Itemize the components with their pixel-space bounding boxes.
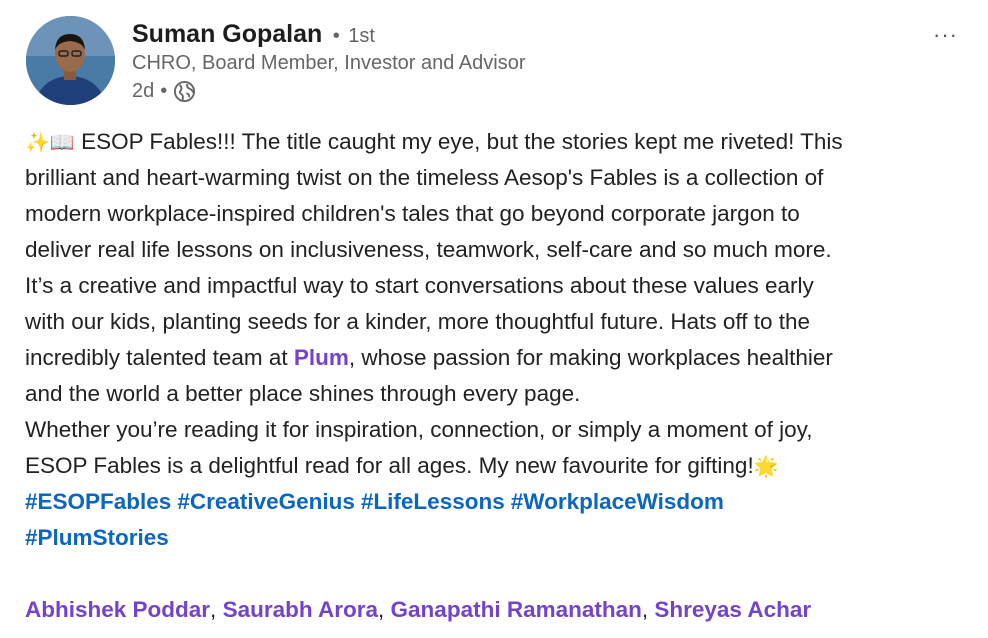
mention-comma: , [210, 597, 223, 622]
hashtag-line: #PlumStories [25, 520, 975, 556]
author-headline: CHRO, Board Member, Investor and Advisor [132, 52, 526, 74]
sparkles-emoji: ✨ [25, 132, 50, 154]
author-avatar[interactable] [26, 16, 115, 105]
mention-person[interactable]: Abhishek Poddar [25, 597, 210, 622]
connection-degree: 1st [348, 25, 375, 47]
meta-dot: • [160, 80, 168, 102]
hashtag-line: #ESOPFables #CreativeGenius #LifeLessons #W… [25, 484, 975, 520]
post-line: It’s a creative and impactful way to sta… [25, 273, 814, 298]
globe-icon [173, 80, 196, 103]
mention-person[interactable]: Ganapathi Ramanathan [391, 597, 642, 622]
hashtag-link[interactable]: #LifeLessons [361, 489, 505, 514]
post-text: , whose passion for making workplaces he… [348, 345, 833, 370]
mentions-line: Abhishek Poddar, Saurabh Arora, Ganapath… [25, 592, 975, 628]
post-line: modern workplace-inspired children's tal… [25, 201, 800, 226]
post-line: incredibly talented team at Plum, whose … [25, 340, 975, 376]
post-line: brilliant and heart-warming twist on the… [25, 165, 824, 190]
post-line: and the world a better place shines thro… [25, 381, 581, 406]
post-text: incredibly talented team at [25, 345, 294, 370]
post-line: deliver real life lessons on inclusivene… [25, 237, 832, 262]
post-line: with our kids, planting seeds for a kind… [25, 309, 811, 334]
post-line: ESOP Fables is a delightful read for all… [25, 448, 975, 484]
author-name[interactable]: Suman Gopalan [132, 20, 322, 48]
hashtag-link[interactable]: #CreativeGenius [177, 489, 355, 514]
hashtag-link[interactable]: #PlumStories [25, 525, 169, 550]
post-text: ESOP Fables!!! The title caught my eye, … [74, 129, 843, 154]
more-options-icon[interactable]: ··· [933, 22, 958, 48]
post-header: Suman Gopalan • 1st CHRO, Board Member, … [26, 16, 966, 108]
degree-separator: • [332, 25, 340, 47]
mention-comma: , [378, 597, 391, 622]
hashtag-link[interactable]: #WorkplaceWisdom [511, 489, 724, 514]
mention-person[interactable]: Saurabh Arora [223, 597, 378, 622]
mention-comma: , [641, 597, 655, 622]
post-meta: 2d • [132, 80, 196, 103]
post-body: ✨📖 ESOP Fables!!! The title caught my ey… [25, 124, 975, 628]
post-time[interactable]: 2d [132, 80, 154, 103]
post-line: ✨📖 ESOP Fables!!! The title caught my ey… [25, 124, 975, 160]
mention-plum[interactable]: Plum [294, 345, 349, 370]
book-emoji: 📖 [49, 132, 75, 154]
star-emoji: 🌟 [753, 456, 779, 478]
mention-person[interactable]: Shreyas Achar [654, 597, 811, 622]
avatar-photo [26, 16, 115, 105]
post-text: ESOP Fables is a delightful read for all… [25, 453, 754, 478]
author-name-line: Suman Gopalan • 1st [132, 20, 375, 49]
post-line: Whether you’re reading it for inspiratio… [25, 417, 813, 442]
hashtag-link[interactable]: #ESOPFables [25, 489, 171, 514]
